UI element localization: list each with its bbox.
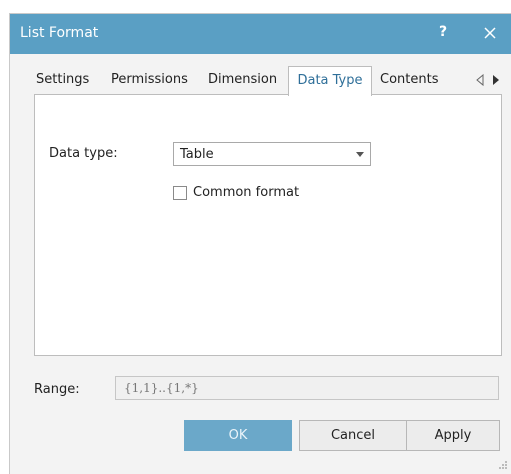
data-type-select[interactable]: Table <box>173 142 371 166</box>
tab-settings[interactable]: Settings <box>36 66 89 94</box>
data-type-label: Data type: <box>49 146 118 161</box>
chevron-left-icon <box>476 73 484 87</box>
data-type-panel: Data type: Table Common format <box>34 94 502 356</box>
resize-grip-icon[interactable] <box>496 458 508 470</box>
chevron-down-icon <box>356 152 364 157</box>
tab-scroll-right-button[interactable] <box>490 73 502 87</box>
tab-data-type[interactable]: Data Type <box>288 66 372 96</box>
apply-button[interactable]: Apply <box>406 420 500 451</box>
list-format-dialog: List Format ? Settings Permissions Dimen… <box>10 14 511 474</box>
range-label: Range: <box>34 382 80 397</box>
common-format-checkbox[interactable] <box>173 186 187 200</box>
data-type-selected-value: Table <box>180 147 214 162</box>
range-value: {1,1}..{1,*} <box>124 381 199 395</box>
tab-strip: Settings Permissions Dimension Data Type… <box>34 66 502 96</box>
tab-permissions[interactable]: Permissions <box>111 66 188 94</box>
cancel-button[interactable]: Cancel <box>299 420 407 451</box>
chevron-right-icon <box>493 75 499 85</box>
ok-button[interactable]: OK <box>184 420 292 451</box>
tab-dimension[interactable]: Dimension <box>208 66 277 94</box>
close-button[interactable] <box>479 22 501 44</box>
close-icon <box>484 27 496 39</box>
common-format-label[interactable]: Common format <box>193 185 299 200</box>
help-button[interactable]: ? <box>434 24 452 44</box>
tab-scroll-left-button[interactable] <box>474 73 486 87</box>
title-bar[interactable]: List Format ? <box>10 14 511 54</box>
tab-contents[interactable]: Contents <box>380 66 438 94</box>
range-field[interactable]: {1,1}..{1,*} <box>115 376 499 400</box>
dialog-title: List Format <box>20 25 99 41</box>
